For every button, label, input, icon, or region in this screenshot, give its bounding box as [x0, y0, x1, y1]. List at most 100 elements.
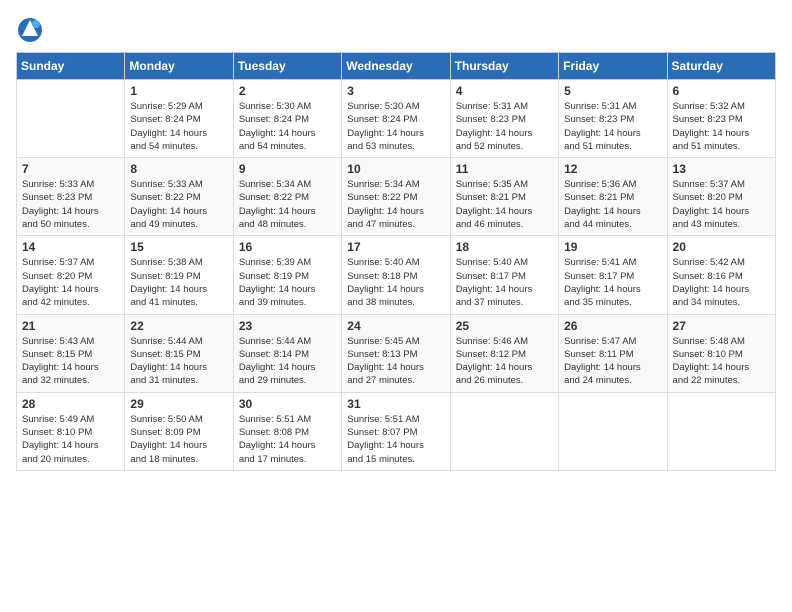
day-cell	[450, 392, 558, 470]
day-cell: 22Sunrise: 5:44 AM Sunset: 8:15 PM Dayli…	[125, 314, 233, 392]
day-cell: 12 Sunrise: 5:36 AM Sunset: 8:21 PM Dayli…	[559, 158, 667, 236]
day-number: 3	[347, 84, 444, 98]
day-number: 18	[456, 240, 553, 254]
day-cell	[667, 392, 775, 470]
week-row-2: 7Sunrise: 5:33 AM Sunset: 8:23 PM Daylig…	[17, 158, 776, 236]
day-info: Sunrise: 5:49 AM Sunset: 8:10 PM Dayligh…	[22, 413, 119, 466]
day-number: 4	[456, 84, 553, 98]
day-info: Sunrise: 5:38 AM Sunset: 8:19 PM Dayligh…	[130, 256, 227, 309]
day-info: Sunrise: 5:51 AM Sunset: 8:07 PM Dayligh…	[347, 413, 444, 466]
day-number: 11	[456, 162, 553, 176]
day-info: Sunrise: 5:30 AM Sunset: 8:24 PM Dayligh…	[347, 100, 444, 153]
day-info: Sunrise: 5:34 AM Sunset: 8:22 PM Dayligh…	[347, 178, 444, 231]
day-info: Sunrise: 5:39 AM Sunset: 8:19 PM Dayligh…	[239, 256, 336, 309]
day-number: 29	[130, 397, 227, 411]
day-cell: 18 Sunrise: 5:40 AM Sunset: 8:17 PM Dayli…	[450, 236, 558, 314]
header-day-thursday: Thursday	[450, 53, 558, 80]
day-cell: 31Sunrise: 5:51 AM Sunset: 8:07 PM Dayli…	[342, 392, 450, 470]
day-cell	[17, 80, 125, 158]
day-number: 25	[456, 319, 553, 333]
day-info: Sunrise: 5:50 AM Sunset: 8:09 PM Dayligh…	[130, 413, 227, 466]
day-info: Sunrise: 5:34 AM Sunset: 8:22 PM Dayligh…	[239, 178, 336, 231]
day-number: 20	[673, 240, 770, 254]
day-info: Sunrise: 5:37 AM Sunset: 8:20 PM Dayligh…	[673, 178, 770, 231]
day-cell	[559, 392, 667, 470]
day-info: Sunrise: 5:30 AM Sunset: 8:24 PM Dayligh…	[239, 100, 336, 153]
day-number: 26	[564, 319, 661, 333]
day-cell: 6 Sunrise: 5:32 AM Sunset: 8:23 PM Daylig…	[667, 80, 775, 158]
day-number: 16	[239, 240, 336, 254]
day-cell: 16 Sunrise: 5:39 AM Sunset: 8:19 PM Dayli…	[233, 236, 341, 314]
day-info: Sunrise: 5:40 AM Sunset: 8:18 PM Dayligh…	[347, 256, 444, 309]
day-number: 8	[130, 162, 227, 176]
header-row: SundayMondayTuesdayWednesdayThursdayFrid…	[17, 53, 776, 80]
day-cell: 10 Sunrise: 5:34 AM Sunset: 8:22 PM Dayli…	[342, 158, 450, 236]
day-info: Sunrise: 5:42 AM Sunset: 8:16 PM Dayligh…	[673, 256, 770, 309]
day-cell: 15 Sunrise: 5:38 AM Sunset: 8:19 PM Dayli…	[125, 236, 233, 314]
day-number: 10	[347, 162, 444, 176]
day-cell: 4 Sunrise: 5:31 AM Sunset: 8:23 PM Daylig…	[450, 80, 558, 158]
day-number: 17	[347, 240, 444, 254]
logo	[16, 16, 48, 44]
day-number: 6	[673, 84, 770, 98]
day-cell: 14Sunrise: 5:37 AM Sunset: 8:20 PM Dayli…	[17, 236, 125, 314]
day-number: 21	[22, 319, 119, 333]
day-number: 28	[22, 397, 119, 411]
day-info: Sunrise: 5:41 AM Sunset: 8:17 PM Dayligh…	[564, 256, 661, 309]
day-info: Sunrise: 5:32 AM Sunset: 8:23 PM Dayligh…	[673, 100, 770, 153]
day-info: Sunrise: 5:44 AM Sunset: 8:14 PM Dayligh…	[239, 335, 336, 388]
day-cell: 28 Sunrise: 5:49 AM Sunset: 8:10 PM Dayli…	[17, 392, 125, 470]
day-number: 27	[673, 319, 770, 333]
calendar-table: SundayMondayTuesdayWednesdayThursdayFrid…	[16, 52, 776, 471]
day-info: Sunrise: 5:31 AM Sunset: 8:23 PM Dayligh…	[456, 100, 553, 153]
day-cell: 19 Sunrise: 5:41 AM Sunset: 8:17 PM Dayli…	[559, 236, 667, 314]
day-cell: 13 Sunrise: 5:37 AM Sunset: 8:20 PM Dayli…	[667, 158, 775, 236]
week-row-4: 21 Sunrise: 5:43 AM Sunset: 8:15 PM Dayli…	[17, 314, 776, 392]
day-cell: 23 Sunrise: 5:44 AM Sunset: 8:14 PM Dayli…	[233, 314, 341, 392]
header-day-saturday: Saturday	[667, 53, 775, 80]
day-cell: 17 Sunrise: 5:40 AM Sunset: 8:18 PM Dayli…	[342, 236, 450, 314]
day-number: 5	[564, 84, 661, 98]
day-cell: 8 Sunrise: 5:33 AM Sunset: 8:22 PM Daylig…	[125, 158, 233, 236]
day-number: 9	[239, 162, 336, 176]
day-cell: 26 Sunrise: 5:47 AM Sunset: 8:11 PM Dayli…	[559, 314, 667, 392]
day-cell: 27Sunrise: 5:48 AM Sunset: 8:10 PM Dayli…	[667, 314, 775, 392]
day-cell: 11 Sunrise: 5:35 AM Sunset: 8:21 PM Dayli…	[450, 158, 558, 236]
page-header	[16, 16, 776, 44]
day-info: Sunrise: 5:33 AM Sunset: 8:22 PM Dayligh…	[130, 178, 227, 231]
header-day-sunday: Sunday	[17, 53, 125, 80]
header-day-wednesday: Wednesday	[342, 53, 450, 80]
day-cell: 5 Sunrise: 5:31 AM Sunset: 8:23 PM Daylig…	[559, 80, 667, 158]
day-info: Sunrise: 5:47 AM Sunset: 8:11 PM Dayligh…	[564, 335, 661, 388]
header-day-tuesday: Tuesday	[233, 53, 341, 80]
day-info: Sunrise: 5:36 AM Sunset: 8:21 PM Dayligh…	[564, 178, 661, 231]
day-cell: 20 Sunrise: 5:42 AM Sunset: 8:16 PM Dayli…	[667, 236, 775, 314]
day-number: 1	[130, 84, 227, 98]
day-number: 19	[564, 240, 661, 254]
day-number: 24	[347, 319, 444, 333]
day-cell: 29 Sunrise: 5:50 AM Sunset: 8:09 PM Dayli…	[125, 392, 233, 470]
day-info: Sunrise: 5:44 AM Sunset: 8:15 PM Dayligh…	[130, 335, 227, 388]
day-cell: 21 Sunrise: 5:43 AM Sunset: 8:15 PM Dayli…	[17, 314, 125, 392]
day-info: Sunrise: 5:31 AM Sunset: 8:23 PM Dayligh…	[564, 100, 661, 153]
day-cell: 9 Sunrise: 5:34 AM Sunset: 8:22 PM Daylig…	[233, 158, 341, 236]
day-cell: 25Sunrise: 5:46 AM Sunset: 8:12 PM Dayli…	[450, 314, 558, 392]
day-cell: 30 Sunrise: 5:51 AM Sunset: 8:08 PM Dayli…	[233, 392, 341, 470]
day-info: Sunrise: 5:40 AM Sunset: 8:17 PM Dayligh…	[456, 256, 553, 309]
day-number: 13	[673, 162, 770, 176]
day-info: Sunrise: 5:35 AM Sunset: 8:21 PM Dayligh…	[456, 178, 553, 231]
day-number: 30	[239, 397, 336, 411]
day-cell: 3 Sunrise: 5:30 AM Sunset: 8:24 PM Daylig…	[342, 80, 450, 158]
header-day-monday: Monday	[125, 53, 233, 80]
day-cell: 2Sunrise: 5:30 AM Sunset: 8:24 PM Daylig…	[233, 80, 341, 158]
day-info: Sunrise: 5:43 AM Sunset: 8:15 PM Dayligh…	[22, 335, 119, 388]
day-info: Sunrise: 5:51 AM Sunset: 8:08 PM Dayligh…	[239, 413, 336, 466]
day-number: 23	[239, 319, 336, 333]
day-number: 15	[130, 240, 227, 254]
header-day-friday: Friday	[559, 53, 667, 80]
day-cell: 7Sunrise: 5:33 AM Sunset: 8:23 PM Daylig…	[17, 158, 125, 236]
week-row-5: 28 Sunrise: 5:49 AM Sunset: 8:10 PM Dayli…	[17, 392, 776, 470]
week-row-3: 14Sunrise: 5:37 AM Sunset: 8:20 PM Dayli…	[17, 236, 776, 314]
day-number: 12	[564, 162, 661, 176]
day-info: Sunrise: 5:37 AM Sunset: 8:20 PM Dayligh…	[22, 256, 119, 309]
